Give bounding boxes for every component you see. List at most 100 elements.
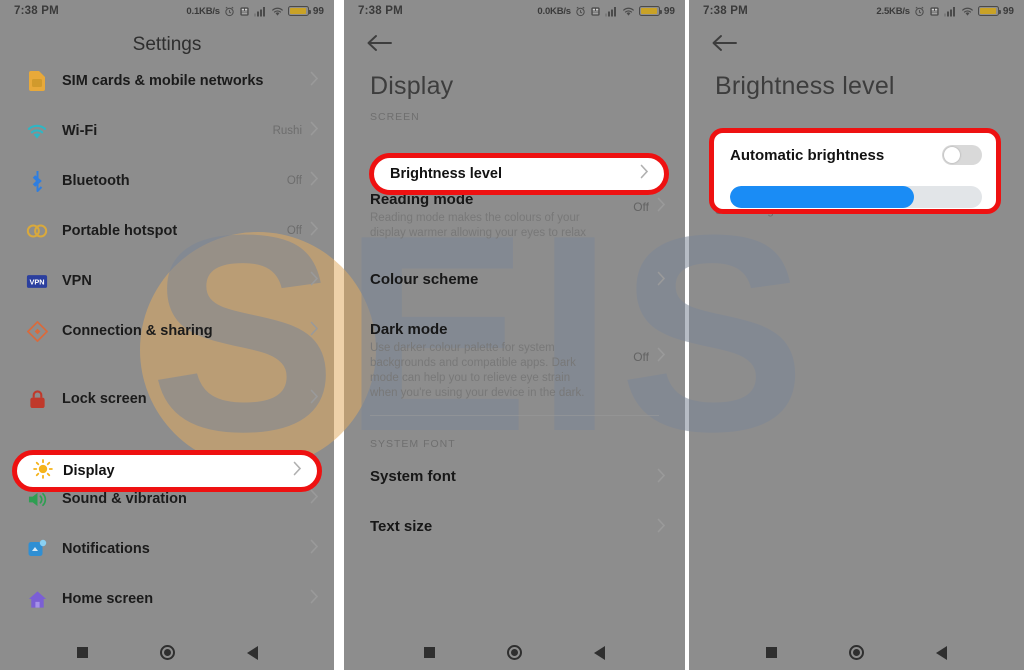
cellular-signal-icon bbox=[943, 6, 957, 17]
panel-settings: 7:38 PM 0.1KB/s 99 Settings SIM cards & … bbox=[0, 0, 334, 670]
recents-square-icon[interactable] bbox=[76, 647, 88, 658]
dual-sim-icon bbox=[929, 6, 940, 17]
network-speed: 2.5KB/s bbox=[876, 5, 910, 17]
highlight-label-display: Display bbox=[63, 463, 115, 479]
chevron-right-icon bbox=[310, 389, 320, 409]
display-item-title: Colour scheme bbox=[370, 271, 479, 288]
sidebar-item-label: SIM cards & mobile networks bbox=[62, 73, 264, 89]
highlight-box-display[interactable]: Display bbox=[12, 450, 322, 492]
back-triangle-icon[interactable] bbox=[594, 645, 605, 660]
display-item-dark-mode[interactable]: Dark mode Use darker colour palette for … bbox=[344, 321, 685, 401]
notifications-icon bbox=[22, 539, 52, 559]
status-time: 7:38 PM bbox=[703, 5, 748, 17]
wifi-status-icon bbox=[271, 6, 284, 17]
chevron-right-icon bbox=[310, 221, 320, 241]
sidebar-item-value: Rushi bbox=[272, 125, 302, 137]
back-triangle-icon[interactable] bbox=[246, 645, 258, 660]
display-item-title: Dark mode bbox=[370, 321, 448, 338]
speaker-icon bbox=[22, 490, 52, 509]
status-bar-settings: 7:38 PM 0.1KB/s 99 bbox=[0, 0, 334, 22]
list-gap bbox=[0, 356, 334, 374]
sidebar-item-value: Off bbox=[286, 225, 302, 237]
hotspot-icon bbox=[22, 223, 52, 239]
display-item-system-font[interactable]: System font bbox=[344, 468, 685, 488]
battery-icon bbox=[638, 6, 663, 16]
bluetooth-icon bbox=[22, 170, 52, 192]
recents-square-icon[interactable] bbox=[766, 647, 777, 658]
connection-sharing-icon bbox=[22, 320, 52, 342]
chevron-right-icon bbox=[310, 121, 320, 141]
sidebar-item-connection-sharing[interactable]: Connection & sharing bbox=[0, 306, 334, 356]
wifi-status-icon bbox=[961, 6, 974, 17]
status-bar-display: 7:38 PM 0.0KB/s 99 bbox=[344, 0, 685, 22]
chevron-right-icon bbox=[640, 164, 650, 184]
wifi-status-icon bbox=[622, 6, 635, 17]
alarm-icon bbox=[224, 6, 235, 17]
sidebar-item-label: Connection & sharing bbox=[62, 323, 213, 339]
page-title-settings: Settings bbox=[132, 34, 202, 55]
display-item-colour-scheme[interactable]: Colour scheme bbox=[344, 271, 685, 291]
sidebar-item-lock-screen[interactable]: Lock screen bbox=[0, 374, 334, 424]
battery-percent: 99 bbox=[312, 5, 324, 17]
automatic-brightness-label: Automatic brightness bbox=[730, 146, 885, 164]
toggle-knob bbox=[944, 147, 960, 163]
recents-square-icon[interactable] bbox=[424, 647, 435, 658]
lock-icon bbox=[22, 389, 52, 410]
sidebar-item-sim-cards[interactable]: SIM cards & mobile networks bbox=[0, 56, 334, 106]
status-icons: 0.0KB/s 99 bbox=[537, 6, 675, 17]
battery-percent: 99 bbox=[1002, 5, 1014, 17]
battery-percent: 99 bbox=[663, 5, 675, 17]
automatic-brightness-toggle[interactable] bbox=[942, 145, 982, 165]
sidebar-item-portable-hotspot[interactable]: Portable hotspot Off bbox=[0, 206, 334, 256]
automatic-brightness-row[interactable]: Automatic brightness bbox=[730, 133, 982, 177]
cellular-signal-icon bbox=[604, 6, 618, 17]
home-circle-icon[interactable] bbox=[159, 645, 175, 660]
display-item-text-size[interactable]: Text size bbox=[344, 518, 685, 538]
chevron-right-icon bbox=[310, 589, 320, 609]
sidebar-item-wifi[interactable]: Wi-Fi Rushi bbox=[0, 106, 334, 156]
display-item-subtitle: Use darker colour palette for system bac… bbox=[370, 342, 585, 399]
highlight-box-automatic-brightness[interactable]: Automatic brightness bbox=[709, 128, 1001, 214]
three-panel-screenshot: 7:38 PM 0.1KB/s 99 Settings SIM cards & … bbox=[0, 0, 1024, 670]
brightness-slider-wrap[interactable] bbox=[730, 177, 982, 217]
highlight-box-brightness-level[interactable]: Brightness level bbox=[369, 153, 669, 195]
display-item-reading-mode[interactable]: Reading mode Reading mode makes the colo… bbox=[344, 191, 685, 241]
arrow-left-icon bbox=[711, 34, 737, 54]
section-label-system-font: SYSTEM FONT bbox=[370, 438, 456, 450]
network-speed: 0.0KB/s bbox=[537, 5, 571, 17]
home-circle-icon[interactable] bbox=[849, 645, 864, 660]
panel-divider-1 bbox=[334, 0, 344, 670]
display-item-value: Off bbox=[633, 200, 649, 214]
dual-sim-icon bbox=[590, 6, 601, 17]
wifi-icon bbox=[22, 123, 52, 140]
svg-text:VPN: VPN bbox=[29, 277, 44, 286]
status-time: 7:38 PM bbox=[14, 5, 59, 17]
nav-bar-brightness bbox=[689, 645, 1024, 660]
chevron-right-icon bbox=[310, 171, 320, 191]
nav-bar-settings bbox=[0, 645, 334, 660]
sidebar-item-label: Bluetooth bbox=[62, 173, 130, 189]
chevron-right-icon bbox=[310, 71, 320, 91]
back-button-brightness[interactable] bbox=[689, 22, 1024, 66]
home-circle-icon[interactable] bbox=[507, 645, 522, 660]
section-label-screen: SCREEN bbox=[370, 111, 420, 123]
settings-list: SIM cards & mobile networks Wi-Fi Rushi bbox=[0, 56, 334, 624]
sidebar-item-label: Wi-Fi bbox=[62, 123, 98, 139]
brightness-slider-fill bbox=[730, 186, 914, 208]
chevron-right-icon bbox=[657, 197, 667, 217]
sidebar-item-value: Off bbox=[286, 175, 302, 187]
display-item-value: Off bbox=[633, 350, 649, 364]
back-button-display[interactable] bbox=[344, 22, 685, 66]
chevron-right-icon bbox=[310, 321, 320, 341]
chevron-right-icon bbox=[657, 518, 667, 538]
sidebar-item-vpn[interactable]: VPN VPN bbox=[0, 256, 334, 306]
sidebar-item-label: VPN bbox=[62, 273, 92, 289]
status-icons: 2.5KB/s 99 bbox=[876, 6, 1014, 17]
sidebar-item-bluetooth[interactable]: Bluetooth Off bbox=[0, 156, 334, 206]
brightness-slider[interactable] bbox=[730, 186, 982, 208]
display-item-title: System font bbox=[370, 468, 456, 485]
sidebar-item-notifications[interactable]: Notifications bbox=[0, 524, 334, 574]
cellular-signal-icon bbox=[253, 6, 267, 17]
sidebar-item-home-screen[interactable]: Home screen bbox=[0, 574, 334, 624]
back-triangle-icon[interactable] bbox=[936, 645, 947, 660]
